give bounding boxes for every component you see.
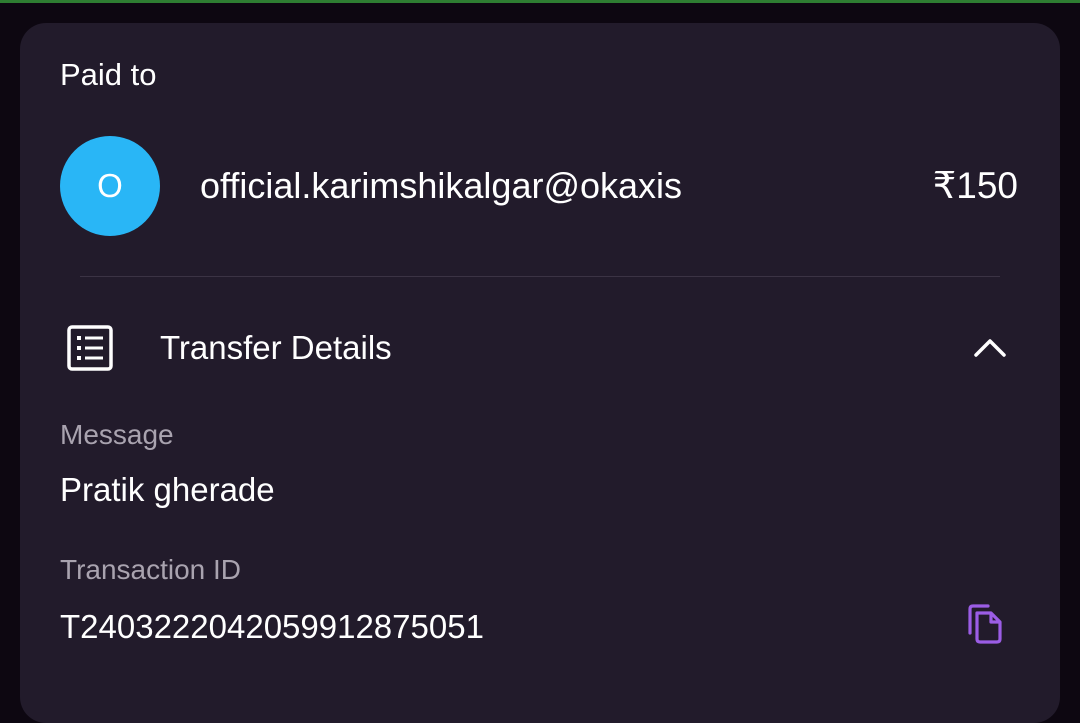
copy-icon[interactable] [964,603,1004,645]
transfer-details-toggle[interactable]: Transfer Details [60,319,1020,377]
receipt-list-icon [67,325,113,371]
paid-to-label: Paid to [60,57,157,92]
payee-upi-id: official.karimshikalgar@okaxis [200,165,683,206]
status-strip [0,0,1080,3]
avatar-initial: O [97,167,123,204]
message-label: Message [60,419,174,450]
message-value: Pratik gherade [60,471,275,508]
transfer-details-label: Transfer Details [160,329,392,366]
avatar: O [60,136,160,236]
transaction-id-value: T2403222042059912875051 [60,608,484,645]
payment-card: Paid to O official.karimshikalgar@okaxis… [20,23,1060,723]
divider [80,276,1000,277]
transaction-id-label: Transaction ID [60,554,242,585]
chevron-up-icon[interactable] [970,329,1010,365]
payment-amount: ₹150 [932,165,1018,206]
